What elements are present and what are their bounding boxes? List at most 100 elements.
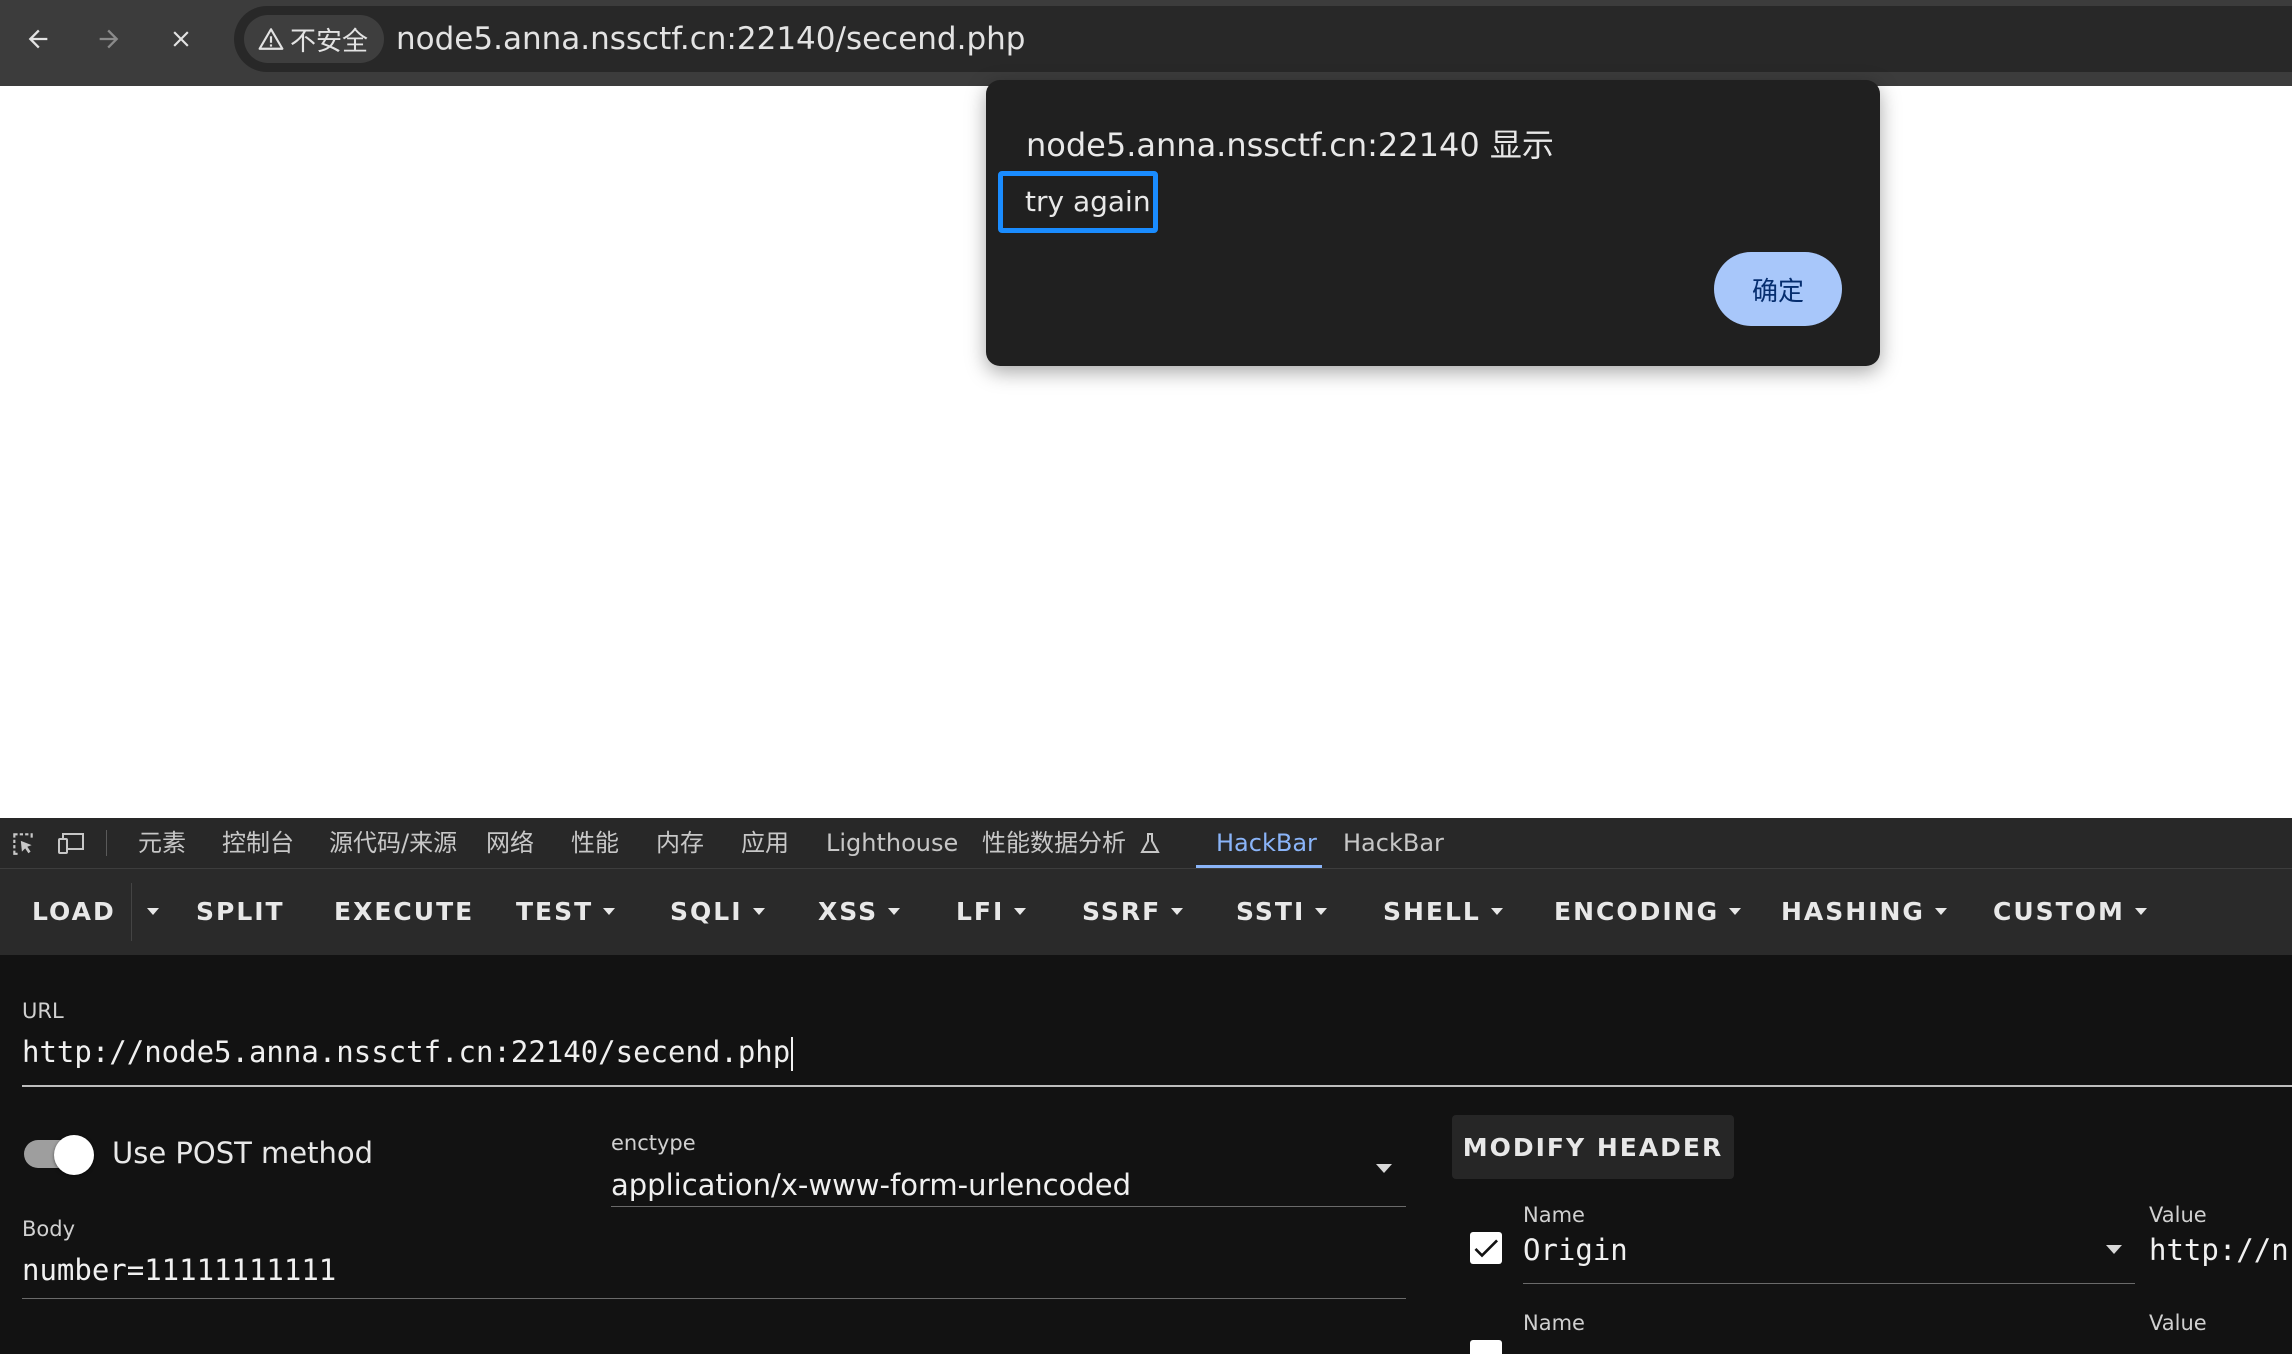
tab-network[interactable]: 网络 [486,818,534,868]
toggle-knob [54,1135,94,1175]
body-input-underline [22,1298,1406,1299]
arrow-right-icon [99,29,119,49]
url-label: URL [22,999,64,1023]
tab-performance-insights[interactable]: 性能数据分析 [982,818,1160,868]
header-name-label: Name [1523,1203,1585,1227]
encoding-menu[interactable]: ENCODING [1554,869,1742,955]
chevron-down-icon[interactable] [1376,1164,1392,1173]
address-text[interactable]: node5.anna.nssctf.cn:22140/secend.php [396,6,1025,72]
lfi-menu[interactable]: LFI [956,869,1027,955]
header-name-label: Name [1523,1311,1585,1335]
hackbar-form: URL http://node5.anna.nssctf.cn:22140/se… [0,955,2292,1354]
chevron-down-icon [1490,907,1503,915]
chevron-down-icon [1315,907,1328,915]
tab-memory[interactable]: 内存 [656,818,704,868]
close-icon [173,31,189,47]
stop-loading-button[interactable] [156,14,206,64]
hackbar-toolbar: LOAD SPLIT EXECUTE TEST SQLI XSS LFI SSR… [0,869,2292,955]
tab-hackbar-2[interactable]: HackBar [1343,818,1444,868]
ssrf-menu-label: SSRF [1082,897,1162,926]
sqli-menu-label: SQLI [670,897,743,926]
body-input[interactable]: number=11111111111 [22,1253,336,1287]
execute-button[interactable]: EXECUTE [334,869,474,955]
chevron-down-icon[interactable] [2106,1245,2122,1254]
tab-sources[interactable]: 源代码/来源 [329,818,457,868]
devtools-panel: 元素 控制台 源代码/来源 网络 性能 内存 应用 Lighthouse 性能数… [0,818,2292,1354]
alert-dialog: node5.anna.nssctf.cn:22140 显示 try again … [986,80,1880,366]
warning-icon [258,28,284,50]
inspect-element-icon[interactable] [9,830,37,856]
chevron-down-icon [1729,907,1742,915]
dialog-message: try again [1025,185,1151,218]
modify-header-button[interactable]: MODIFY HEADER [1452,1115,1734,1179]
tab-performance-insights-label: 性能数据分析 [982,829,1126,857]
browser-toolbar: 不安全 node5.anna.nssctf.cn:22140/secend.ph… [0,0,2292,86]
security-label: 不安全 [290,26,369,57]
split-button[interactable]: SPLIT [196,869,285,955]
hashing-menu[interactable]: HASHING [1781,869,1947,955]
url-input-value: http://node5.anna.nssctf.cn:22140/secend… [22,1035,791,1069]
dialog-message-highlight: try again [998,171,1158,233]
header-enabled-checkbox[interactable] [1470,1340,1502,1354]
toolbar-divider [131,883,132,941]
header-value-label: Value [2149,1203,2207,1227]
load-button[interactable]: LOAD [32,869,116,955]
custom-menu-label: CUSTOM [1993,897,2125,926]
address-bar[interactable]: 不安全 node5.anna.nssctf.cn:22140/secend.ph… [234,6,2292,72]
xss-menu-label: XSS [818,897,879,926]
header-name-input[interactable]: Origin [1523,1233,1628,1267]
ssti-menu[interactable]: SSTI [1236,869,1328,955]
ssti-menu-label: SSTI [1236,897,1306,926]
checkmark-icon [1474,1239,1498,1258]
header-value-label: Value [2149,1311,2207,1335]
tab-application[interactable]: 应用 [741,818,789,868]
back-button[interactable] [13,14,63,64]
load-dropdown-button[interactable] [137,869,159,955]
dialog-ok-button[interactable]: 确定 [1714,252,1842,326]
sqli-menu[interactable]: SQLI [670,869,765,955]
tab-performance[interactable]: 性能 [571,818,619,868]
tab-hackbar-active[interactable]: HackBar [1216,818,1317,868]
enctype-label: enctype [611,1131,696,1155]
enctype-underline [611,1206,1406,1207]
shell-menu[interactable]: SHELL [1383,869,1503,955]
chevron-down-icon [147,907,159,915]
chevron-down-icon [2134,907,2147,915]
url-input[interactable]: http://node5.anna.nssctf.cn:22140/secend… [22,1035,794,1071]
chevron-down-icon [1934,907,1947,915]
header-value-input[interactable]: http://n [2149,1233,2289,1267]
hashing-menu-label: HASHING [1781,897,1925,926]
header-name-underline [1523,1283,2135,1284]
xss-menu[interactable]: XSS [818,869,901,955]
chevron-down-icon [1171,907,1184,915]
post-method-label: Use POST method [112,1136,374,1170]
test-menu[interactable]: TEST [516,869,616,955]
shell-menu-label: SHELL [1383,897,1481,926]
devtools-tabbar: 元素 控制台 源代码/来源 网络 性能 内存 应用 Lighthouse 性能数… [0,818,2292,869]
custom-menu[interactable]: CUSTOM [1993,869,2147,955]
chevron-down-icon [888,907,901,915]
tab-lighthouse[interactable]: Lighthouse [826,818,958,868]
device-toolbar-icon[interactable] [57,830,85,856]
enctype-select[interactable]: application/x-www-form-urlencoded [611,1168,1131,1202]
body-label: Body [22,1217,76,1241]
url-input-underline [22,1085,2292,1087]
site-security-chip[interactable]: 不安全 [244,15,385,63]
text-cursor [791,1037,794,1071]
ssrf-menu[interactable]: SSRF [1082,869,1184,955]
dialog-title: node5.anna.nssctf.cn:22140 显示 [1026,126,1554,164]
chevron-down-icon [1014,907,1027,915]
forward-button[interactable] [84,14,134,64]
lfi-menu-label: LFI [956,897,1005,926]
active-tab-indicator [1196,865,1322,868]
header-enabled-checkbox[interactable] [1470,1232,1502,1264]
experiment-flask-icon [1139,833,1160,853]
tabbar-separator [106,830,107,856]
tab-console[interactable]: 控制台 [222,818,294,868]
test-menu-label: TEST [516,897,594,926]
encoding-menu-label: ENCODING [1554,897,1720,926]
tab-elements[interactable]: 元素 [138,818,186,868]
chevron-down-icon [603,907,616,915]
arrow-left-icon [28,29,48,49]
chevron-down-icon [752,907,765,915]
